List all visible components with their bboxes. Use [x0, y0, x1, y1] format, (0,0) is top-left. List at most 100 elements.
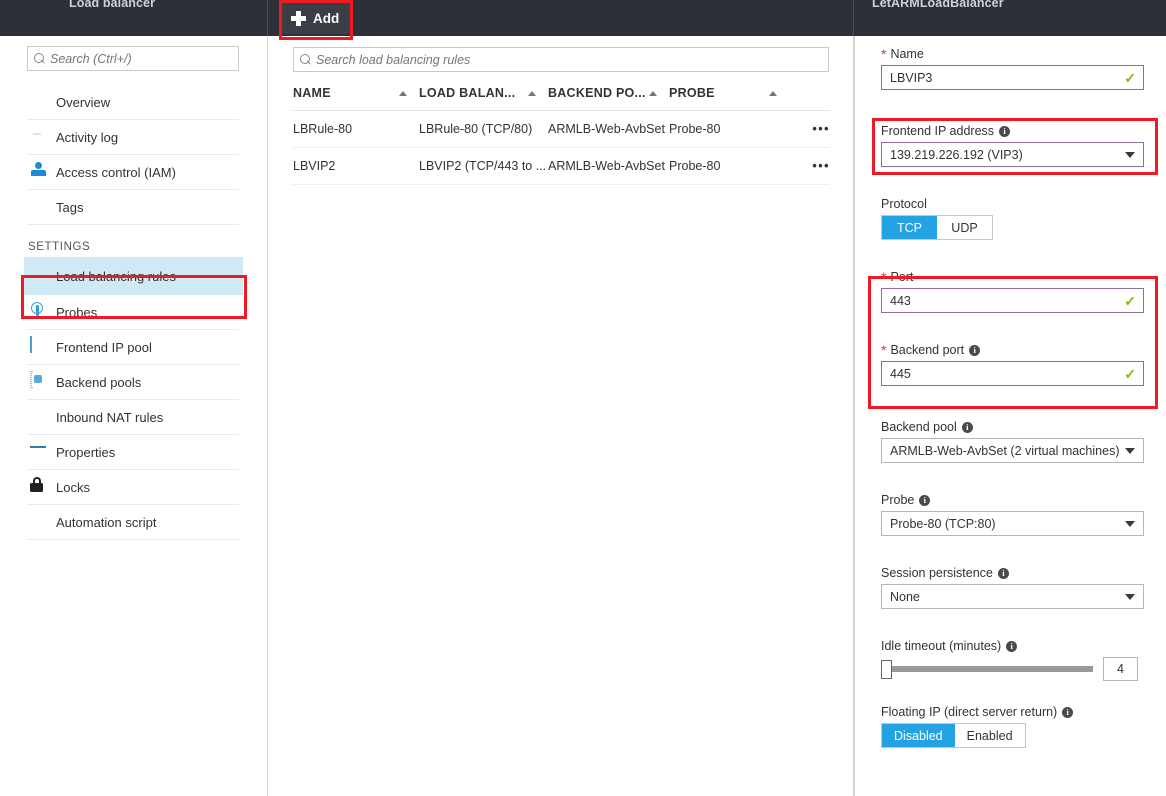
- table-row[interactable]: LBRule-80 LBRule-80 (TCP/80) ARMLB-Web-A…: [293, 110, 830, 148]
- label-idle-timeout: Idle timeout (minutes) i: [881, 639, 1144, 653]
- checkmark-icon: ✓: [1124, 69, 1136, 86]
- cell-probe: Probe-80: [669, 110, 789, 148]
- cell-name: LBVIP2: [293, 147, 419, 185]
- info-icon[interactable]: i: [1006, 640, 1018, 652]
- sidebar-item-inbound-nat-rules[interactable]: Inbound NAT rules: [27, 400, 239, 435]
- session-persistence-select[interactable]: None: [881, 584, 1144, 609]
- label-floating-ip: Floating IP (direct server return) i: [881, 705, 1144, 719]
- sidebar-item-label: Probes: [56, 304, 98, 320]
- table-header-row: NAME LOAD BALAN... BACKEND PO... PROBE: [293, 78, 830, 111]
- name-input-value: LBVIP3: [890, 70, 933, 85]
- label-frontend-ip-address: Frontend IP address i: [881, 124, 1144, 138]
- cell-load-balancing: LBRule-80 (TCP/80): [419, 110, 548, 148]
- chevron-down-icon: [1125, 447, 1135, 454]
- sidebar-item-activity-log[interactable]: Activity log: [27, 120, 239, 155]
- port-input[interactable]: 443 ✓: [881, 288, 1144, 313]
- chevron-down-icon: [1125, 151, 1135, 158]
- column-header-backend-pool[interactable]: BACKEND PO...: [548, 78, 669, 111]
- search-icon: [28, 48, 50, 70]
- sidebar-item-properties[interactable]: Properties: [27, 435, 239, 470]
- label-backend-pool: Backend pool i: [881, 420, 1144, 434]
- sidebar-item-label: Activity log: [56, 129, 119, 145]
- column-header-label: BACKEND PO...: [548, 86, 646, 100]
- sidebar-item-probes[interactable]: Probes: [27, 295, 239, 330]
- info-icon[interactable]: i: [961, 421, 973, 433]
- cell-backend-pool: ARMLB-Web-AvbSet: [548, 110, 669, 148]
- label-text: Floating IP (direct server return): [881, 705, 1058, 719]
- sidebar-item-backend-pools[interactable]: Backend pools: [27, 365, 239, 400]
- column-header-actions: [789, 78, 830, 111]
- plus-icon: [291, 10, 306, 26]
- backend-port-input-value: 445: [890, 366, 911, 381]
- row-context-menu-button[interactable]: •••: [789, 110, 830, 148]
- rules-search-placeholder: Search load balancing rules: [316, 52, 471, 67]
- sidebar-item-overview[interactable]: Overview: [27, 85, 239, 120]
- label-probe: Probe i: [881, 493, 1144, 507]
- floating-ip-option-enabled[interactable]: Enabled: [954, 724, 1025, 747]
- caret-up-icon: [769, 90, 777, 96]
- column-header-label: NAME: [293, 86, 331, 100]
- top-command-bar: Load balancer Add LetARMLoadBalancer: [0, 0, 1166, 36]
- info-icon[interactable]: i: [999, 125, 1011, 137]
- sidebar-item-load-balancing-rules[interactable]: Load balancing rules: [24, 257, 243, 295]
- sidebar-search-input[interactable]: Search (Ctrl+/): [27, 46, 239, 71]
- sidebar-item-access-control[interactable]: Access control (IAM): [27, 155, 239, 190]
- field-idle-timeout: Idle timeout (minutes) i 4: [881, 639, 1144, 681]
- label-name: * Name: [881, 47, 1144, 61]
- idle-timeout-value[interactable]: 4: [1103, 657, 1138, 681]
- name-input[interactable]: LBVIP3 ✓: [881, 65, 1144, 90]
- add-button[interactable]: Add: [282, 2, 353, 34]
- table-row[interactable]: LBVIP2 LBVIP2 (TCP/443 to ... ARMLB-Web-…: [293, 147, 830, 185]
- column-header-label: LOAD BALAN...: [419, 86, 516, 100]
- floating-ip-option-disabled[interactable]: Disabled: [882, 724, 955, 747]
- protocol-option-tcp[interactable]: TCP: [882, 216, 937, 239]
- sidebar-item-label: Tags: [56, 199, 84, 215]
- cell-backend-pool: ARMLB-Web-AvbSet: [548, 147, 669, 185]
- info-icon[interactable]: i: [969, 344, 981, 356]
- chevron-down-icon: [1125, 593, 1135, 600]
- cell-load-balancing: LBVIP2 (TCP/443 to ...: [419, 147, 548, 185]
- sidebar-settings-header: SETTINGS: [28, 241, 91, 253]
- sidebar-item-label: Overview: [56, 94, 111, 110]
- field-protocol: Protocol TCP UDP: [881, 197, 1144, 240]
- column-header-probe[interactable]: PROBE: [669, 78, 789, 111]
- field-port: * Port 443 ✓: [881, 270, 1144, 313]
- sidebar-item-frontend-ip-pool[interactable]: Frontend IP pool: [27, 330, 239, 365]
- protocol-option-udp[interactable]: UDP: [937, 216, 992, 239]
- label-text: Backend port: [890, 343, 965, 357]
- backend-port-input[interactable]: 445 ✓: [881, 361, 1144, 386]
- sidebar-item-label: Backend pools: [56, 374, 142, 390]
- checkmark-icon: ✓: [1124, 292, 1136, 309]
- field-floating-ip: Floating IP (direct server return) i Dis…: [881, 705, 1144, 748]
- sidebar-item-label: Locks: [56, 479, 90, 495]
- column-header-label: PROBE: [669, 86, 715, 100]
- label-text: Backend pool: [881, 420, 957, 434]
- info-icon[interactable]: i: [997, 567, 1009, 579]
- probe-select[interactable]: Probe-80 (TCP:80): [881, 511, 1144, 536]
- field-frontend-ip-address: Frontend IP address i 139.219.226.192 (V…: [881, 124, 1144, 167]
- rules-table: NAME LOAD BALAN... BACKEND PO... PROBE L…: [293, 78, 830, 185]
- row-context-menu-button[interactable]: •••: [789, 147, 830, 185]
- caret-up-icon: [528, 90, 536, 96]
- rules-search-input[interactable]: Search load balancing rules: [293, 47, 829, 72]
- column-header-load-balancing[interactable]: LOAD BALAN...: [419, 78, 548, 111]
- label-text: Name: [890, 47, 924, 61]
- info-icon[interactable]: i: [919, 494, 931, 506]
- sidebar-item-locks[interactable]: Locks: [27, 470, 239, 505]
- slider-thumb[interactable]: [881, 660, 892, 679]
- backend-pool-select[interactable]: ARMLB-Web-AvbSet (2 virtual machines): [881, 438, 1144, 463]
- field-backend-pool: Backend pool i ARMLB-Web-AvbSet (2 virtu…: [881, 420, 1144, 463]
- sidebar-item-automation-script[interactable]: Automation script: [27, 505, 239, 540]
- load-balancing-rules-panel: Search load balancing rules NAME LOAD BA…: [268, 36, 854, 796]
- floating-ip-toggle-group: Disabled Enabled: [881, 723, 1026, 748]
- sidebar-item-tags[interactable]: Tags: [27, 190, 239, 225]
- add-button-label: Add: [313, 10, 340, 26]
- frontend-ip-address-value: 139.219.226.192 (VIP3): [890, 147, 1023, 162]
- info-icon[interactable]: i: [1062, 706, 1074, 718]
- column-header-name[interactable]: NAME: [293, 78, 419, 111]
- idle-timeout-slider[interactable]: [881, 658, 1093, 680]
- cell-probe: Probe-80: [669, 147, 789, 185]
- backend-pools-icon: [30, 371, 32, 388]
- sidebar-item-label: Frontend IP pool: [56, 339, 152, 355]
- frontend-ip-address-select[interactable]: 139.219.226.192 (VIP3): [881, 142, 1144, 167]
